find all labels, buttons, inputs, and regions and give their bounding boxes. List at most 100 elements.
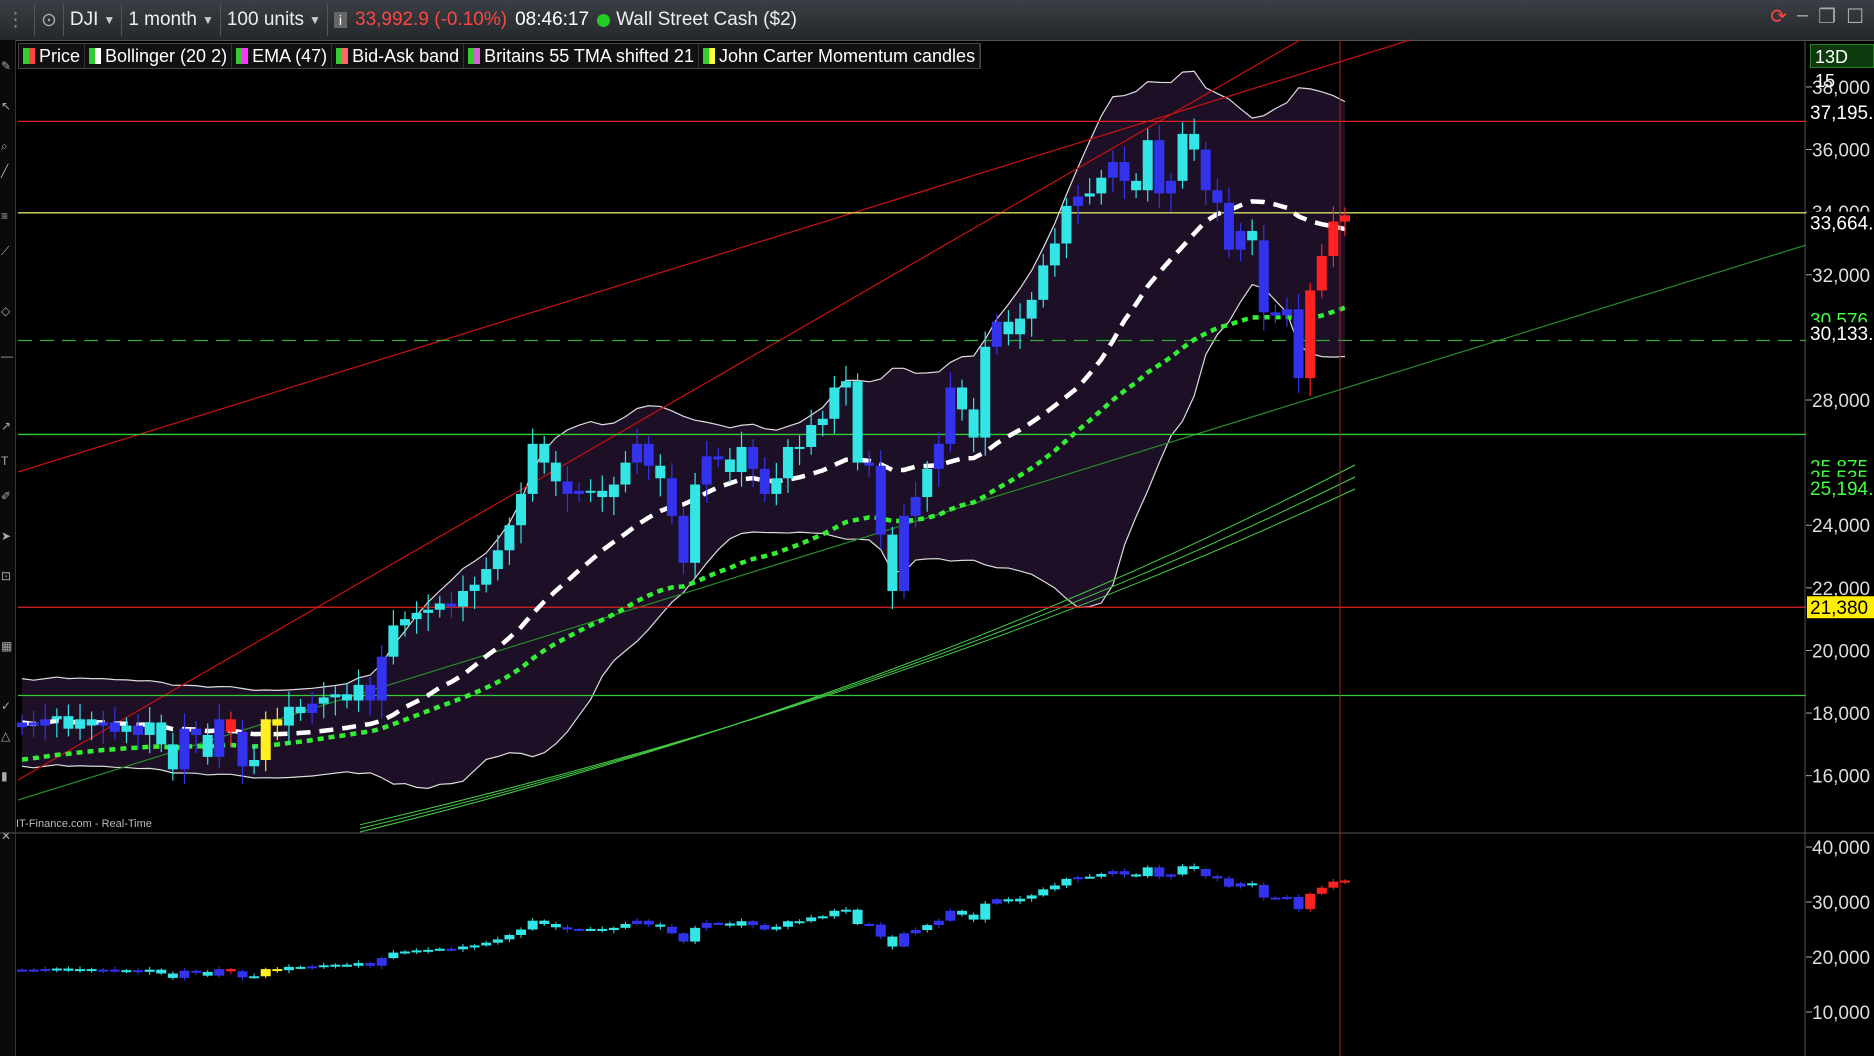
- candle-body: [1131, 180, 1142, 191]
- candle-body: [666, 478, 677, 516]
- price-tag-label: 37,195.: [1810, 103, 1873, 124]
- mini-candle-body: [481, 942, 492, 946]
- candle-body: [782, 446, 793, 479]
- candle-body: [283, 706, 294, 726]
- price-chart[interactable]: 38,00036,00034,00032,00028,00024,00022,0…: [0, 0, 1874, 1056]
- candle-body: [51, 716, 62, 720]
- mini-candle-body: [585, 928, 596, 931]
- candle-body: [202, 734, 213, 757]
- mini-candle-body: [144, 969, 155, 972]
- mini-candle-body: [249, 976, 260, 979]
- mini-candle-body: [527, 920, 538, 930]
- candle-body: [1073, 196, 1084, 206]
- candle-body: [1281, 309, 1292, 316]
- mini-candle-body: [666, 926, 677, 934]
- legend-item[interactable]: Price: [19, 44, 86, 68]
- mini-candle-body: [655, 924, 666, 927]
- mini-candle-body: [516, 929, 527, 935]
- mini-candle-body: [272, 969, 283, 972]
- mini-candle-body: [736, 921, 747, 926]
- mini-candle-body: [1177, 866, 1188, 875]
- candle-body: [109, 722, 120, 732]
- mini-candle-body: [492, 939, 503, 943]
- indicator-legend: Price Bollinger (20 2) EMA (47) Bid-Ask ban…: [18, 43, 982, 69]
- candle-body: [724, 459, 735, 472]
- mini-candle-body: [283, 966, 294, 971]
- mini-candle-body: [167, 973, 178, 978]
- candle-body: [794, 446, 805, 449]
- data-source-label: IT-Finance.com - Real-Time: [16, 818, 152, 830]
- price-tag-label: 21,380: [1810, 598, 1868, 619]
- candle-body: [1015, 318, 1026, 335]
- candle-body: [759, 468, 770, 494]
- mini-candle-body: [806, 917, 817, 922]
- mini-candle-body: [1305, 893, 1316, 910]
- mini-candle-body: [1107, 871, 1118, 874]
- mini-candle-body: [1003, 899, 1014, 902]
- mini-candle-body: [690, 927, 701, 942]
- candle-body: [133, 725, 144, 735]
- mini-candle-body: [28, 969, 39, 972]
- candle-body: [922, 468, 933, 498]
- legend-item[interactable]: Bollinger (20 2): [85, 44, 233, 68]
- mini-candle-body: [330, 964, 341, 967]
- candle-body: [341, 694, 352, 701]
- candle-body: [806, 425, 817, 447]
- mini-candle-body: [1131, 874, 1142, 877]
- mini-candle-body: [133, 970, 144, 973]
- mini-candle-body: [40, 969, 51, 972]
- mini-candle-body: [597, 928, 608, 931]
- legend-item[interactable]: John Carter Momentum candles: [699, 44, 981, 68]
- axis-tick-label: 28,000: [1812, 391, 1870, 412]
- candle-body: [214, 719, 225, 757]
- legend-label: Price: [39, 45, 81, 66]
- candle-body: [1258, 240, 1269, 313]
- mini-candle-body: [852, 909, 863, 924]
- price-tag-label: 30,133.: [1810, 324, 1873, 345]
- candle-body: [632, 443, 643, 463]
- candle-body: [75, 719, 86, 729]
- mini-candle-body: [75, 969, 86, 972]
- mini-candle-body: [1212, 876, 1223, 879]
- axis-tick-label: 20,000: [1812, 948, 1870, 969]
- mini-candle-body: [887, 936, 898, 947]
- axis-tick-label: 32,000: [1812, 266, 1870, 287]
- candle-body: [86, 719, 97, 726]
- candle-body: [1223, 202, 1234, 250]
- mini-candle-body: [701, 922, 712, 928]
- legend-label: EMA (47): [252, 45, 328, 66]
- candle-body: [713, 456, 724, 460]
- candle-body: [620, 462, 631, 485]
- mini-candle-body: [225, 969, 236, 972]
- candle-body: [1154, 140, 1165, 194]
- mini-candle-body: [1223, 878, 1234, 887]
- mini-candle-body: [446, 948, 457, 951]
- mini-candle-body: [562, 927, 573, 930]
- candle-body: [980, 346, 991, 438]
- candle-body: [1107, 162, 1118, 178]
- mini-candle-body: [504, 935, 515, 940]
- legend-swatch: [702, 48, 715, 64]
- price-tag-label: 25,194.: [1810, 479, 1873, 500]
- mini-candle-body: [1270, 897, 1281, 900]
- legend-item[interactable]: EMA (47): [232, 44, 333, 68]
- candle-body: [504, 525, 515, 551]
- mini-candle-body: [713, 922, 724, 925]
- mini-candle-body: [864, 924, 875, 926]
- axis-tick-label: 40,000: [1812, 838, 1870, 859]
- mini-candle-body: [1165, 874, 1176, 877]
- axis-tick-label: 36,000: [1812, 141, 1870, 162]
- mini-candle-body: [341, 964, 352, 967]
- candle-body: [574, 490, 585, 494]
- legend-item[interactable]: Bid-Ask band: [332, 44, 465, 68]
- mini-candle-body: [782, 921, 793, 927]
- candle-body: [864, 462, 875, 466]
- mini-candle-body: [1073, 877, 1084, 880]
- legend-item[interactable]: Britains 55 TMA shifted 21: [464, 44, 699, 68]
- mini-candle-body: [17, 969, 27, 972]
- candle-body: [237, 731, 248, 767]
- candle-body: [40, 719, 51, 726]
- axis-tick-label: 30,000: [1812, 893, 1870, 914]
- mini-candle-body: [957, 910, 968, 915]
- candle-body: [991, 321, 1002, 347]
